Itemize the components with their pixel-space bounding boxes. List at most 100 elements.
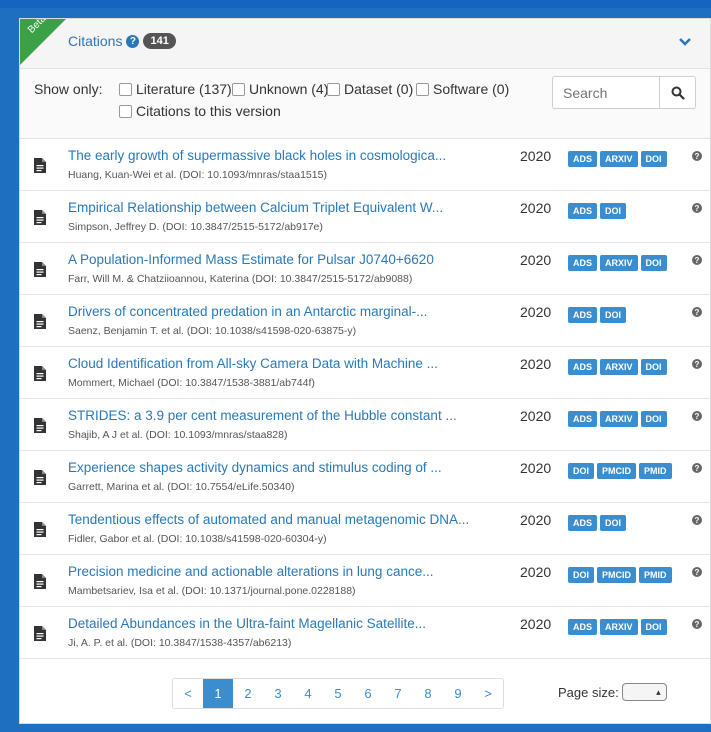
citation-year: 2020: [520, 356, 552, 372]
source-badge-doi[interactable]: DOI: [640, 255, 667, 271]
citation-authors: Garrett, Marina et al. (DOI: 10.7554/eLi…: [68, 481, 295, 493]
page-5[interactable]: 5: [323, 679, 353, 708]
citation-title-link[interactable]: The early growth of supermassive black h…: [68, 148, 446, 163]
citation-row: Cloud Identification from All-sky Camera…: [20, 347, 710, 399]
citation-year: 2020: [520, 200, 552, 216]
source-badge-arxiv[interactable]: ARXIV: [600, 151, 638, 167]
page-8[interactable]: 8: [413, 679, 443, 708]
source-badge-doi[interactable]: DOI: [640, 359, 667, 375]
citation-year: 2020: [520, 252, 552, 268]
source-badge-ads[interactable]: ADS: [568, 255, 598, 271]
source-badge-doi[interactable]: DOI: [640, 619, 667, 635]
source-badge-ads[interactable]: ADS: [568, 307, 598, 323]
page-prev[interactable]: <: [173, 679, 203, 708]
filter-literature[interactable]: Literature (137): [119, 81, 232, 97]
page-4[interactable]: 4: [293, 679, 323, 708]
question-circle-icon[interactable]: ?: [692, 359, 702, 369]
citation-row: Precision medicine and actionable altera…: [20, 555, 710, 607]
citation-year: 2020: [520, 564, 552, 580]
search-icon: [671, 86, 685, 100]
question-circle-icon[interactable]: ?: [692, 411, 702, 421]
citation-title-link[interactable]: Tendentious effects of automated and man…: [68, 512, 469, 527]
citations-title[interactable]: Citations: [68, 33, 122, 49]
citation-title-link[interactable]: Precision medicine and actionable altera…: [68, 564, 433, 579]
search-input[interactable]: [553, 77, 659, 108]
question-circle-icon[interactable]: ?: [692, 567, 702, 577]
source-badges: ADS DOI: [568, 515, 629, 531]
filter-dataset[interactable]: Dataset (0): [327, 81, 413, 97]
page-6[interactable]: 6: [353, 679, 383, 708]
page-1[interactable]: 1: [203, 679, 233, 708]
citation-year: 2020: [520, 304, 552, 320]
page-size-select[interactable]: ▴: [621, 683, 667, 701]
citation-row: Drivers of concentrated predation in an …: [20, 295, 710, 347]
source-badge-pmid[interactable]: PMID: [639, 463, 672, 479]
citation-title-link[interactable]: Detailed Abundances in the Ultra-faint M…: [68, 616, 426, 631]
page-next[interactable]: >: [473, 679, 503, 708]
question-circle-icon[interactable]: ?: [692, 151, 702, 161]
source-badge-doi[interactable]: DOI: [640, 411, 667, 427]
question-circle-icon[interactable]: ?: [692, 203, 702, 213]
source-badge-pmid[interactable]: PMID: [639, 567, 672, 583]
question-circle-icon[interactable]: ?: [126, 34, 140, 48]
question-circle-icon[interactable]: ?: [692, 619, 702, 629]
source-badge-doi[interactable]: DOI: [600, 515, 627, 531]
updown-arrows-icon: ▴: [656, 686, 661, 697]
source-badge-pmcid[interactable]: PMCID: [597, 567, 637, 583]
filter-software-label: Software (0): [433, 81, 510, 97]
citation-title-link[interactable]: A Population-Informed Mass Estimate for …: [68, 252, 434, 267]
citation-title-link[interactable]: Cloud Identification from All-sky Camera…: [68, 356, 438, 371]
citation-year: 2020: [520, 616, 552, 632]
source-badge-ads[interactable]: ADS: [568, 411, 598, 427]
filter-unknown[interactable]: Unknown (4): [232, 81, 328, 97]
search-group: [552, 76, 696, 109]
source-badge-ads[interactable]: ADS: [568, 619, 598, 635]
checkbox[interactable]: [232, 82, 245, 96]
page-3[interactable]: 3: [263, 679, 293, 708]
source-badge-doi[interactable]: DOI: [568, 463, 595, 479]
citation-authors: Farr, Will M. & Chatziioannou, Katerina …: [68, 273, 413, 285]
chevron-down-icon[interactable]: [677, 34, 693, 50]
checkbox[interactable]: [416, 82, 429, 96]
question-circle-icon[interactable]: ?: [692, 255, 702, 265]
pagination: < 1 2 3 4 5 6 7 8 9 >: [172, 678, 504, 709]
citations-header[interactable]: Beta Citations ? 141: [20, 19, 710, 69]
checkbox[interactable]: [327, 82, 340, 96]
checkbox[interactable]: [119, 104, 132, 118]
question-circle-icon[interactable]: ?: [692, 463, 702, 473]
source-badge-arxiv[interactable]: ARXIV: [600, 411, 638, 427]
source-badge-doi[interactable]: DOI: [640, 151, 667, 167]
filter-this-version[interactable]: Citations to this version: [119, 103, 281, 119]
source-badge-doi[interactable]: DOI: [568, 567, 595, 583]
document-icon: [34, 418, 46, 433]
source-badge-ads[interactable]: ADS: [568, 515, 598, 531]
citation-title-link[interactable]: STRIDES: a 3.9 per cent measurement of t…: [68, 408, 457, 423]
source-badges: ADS ARXIV DOI: [568, 255, 670, 271]
source-badges: ADS ARXIV DOI: [568, 411, 670, 427]
document-icon: [34, 574, 46, 589]
source-badge-arxiv[interactable]: ARXIV: [600, 619, 638, 635]
filter-software[interactable]: Software (0): [416, 81, 509, 97]
page-7[interactable]: 7: [383, 679, 413, 708]
question-circle-icon[interactable]: ?: [692, 515, 702, 525]
source-badge-arxiv[interactable]: ARXIV: [600, 359, 638, 375]
source-badge-arxiv[interactable]: ARXIV: [600, 255, 638, 271]
citation-title-link[interactable]: Drivers of concentrated predation in an …: [68, 304, 427, 319]
citation-row: A Population-Informed Mass Estimate for …: [20, 243, 710, 295]
page-2[interactable]: 2: [233, 679, 263, 708]
citation-title-link[interactable]: Empirical Relationship between Calcium T…: [68, 200, 443, 215]
source-badge-doi[interactable]: DOI: [600, 203, 627, 219]
citation-row: The early growth of supermassive black h…: [20, 139, 710, 191]
citation-title-link[interactable]: Experience shapes activity dynamics and …: [68, 460, 442, 475]
question-circle-icon[interactable]: ?: [692, 307, 702, 317]
citation-authors: Saenz, Benjamin T. et al. (DOI: 10.1038/…: [68, 325, 357, 337]
source-badge-ads[interactable]: ADS: [568, 203, 598, 219]
source-badge-doi[interactable]: DOI: [600, 307, 627, 323]
source-badge-pmcid[interactable]: PMCID: [597, 463, 637, 479]
source-badge-ads[interactable]: ADS: [568, 359, 598, 375]
citations-panel: Beta Citations ? 141 Show only: Literatu…: [19, 18, 711, 724]
checkbox[interactable]: [119, 82, 132, 96]
search-button[interactable]: [659, 77, 695, 108]
page-9[interactable]: 9: [443, 679, 473, 708]
source-badge-ads[interactable]: ADS: [568, 151, 598, 167]
